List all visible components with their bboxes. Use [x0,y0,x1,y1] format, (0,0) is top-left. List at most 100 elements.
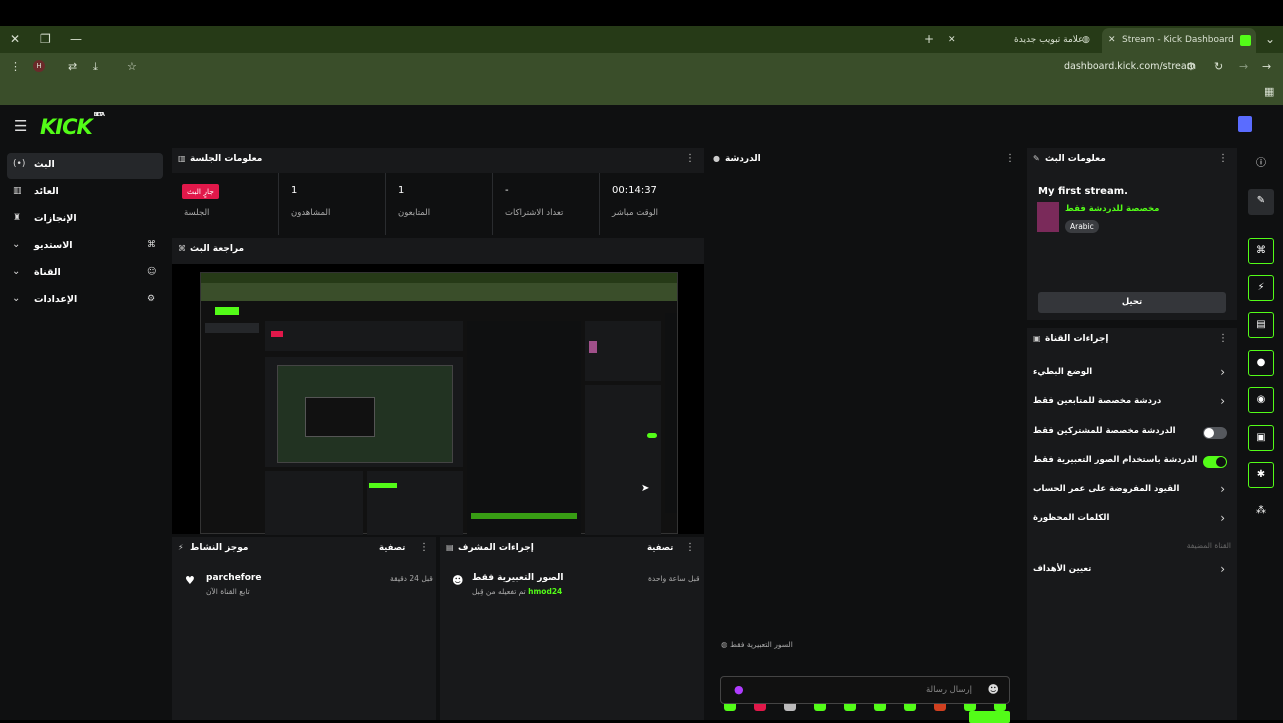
more-options-icon[interactable]: ⋮ [1218,153,1228,164]
edit-icon[interactable]: ✎ [1248,189,1274,215]
event-user: parchefore [206,573,262,583]
emote-picker-icon[interactable]: ● [734,683,744,696]
preview-video: ➤ [200,272,678,535]
connections-icon[interactable]: ⁂ [1248,499,1274,525]
filter-button[interactable]: تصفية [647,543,673,553]
mod-icon[interactable]: ▣ [1248,425,1274,451]
event-title: الصور التعبيرية فقط [472,573,564,583]
account-age-row[interactable]: القيود المفروضة على عمر الحساب › [1033,480,1231,502]
heart-icon: ♥ [185,574,195,587]
event-description: تم تفعيله من قِبل hmod24 [472,587,563,596]
restore-window-icon[interactable]: ❐ [40,31,51,47]
stream-title: My first stream. [1038,186,1128,197]
more-options-icon[interactable]: ⋮ [685,153,695,164]
stream-preview[interactable]: ➤ [172,264,704,535]
language-tag: Arabic [1065,220,1099,233]
reload-icon[interactable]: ↻ [1214,59,1223,75]
emoji-icon[interactable]: ☻ [988,683,999,696]
broadcast-icon[interactable]: ◉ [1248,387,1274,413]
broadcast-icon: (•) [13,159,26,169]
slow-mode-row[interactable]: الوضع البطيء › [1033,363,1231,385]
translate-icon[interactable]: ⇄ [68,59,77,75]
forward-icon[interactable]: → [1239,59,1248,75]
edit-button[interactable]: تحيل [1038,292,1226,313]
wrench-icon[interactable]: ✱ [1248,462,1274,488]
url-field[interactable]: dashboard.kick.com/stream [1064,60,1196,74]
close-window-icon[interactable]: ✕ [10,31,20,47]
download-icon[interactable]: ⤓ [93,59,98,75]
activity-feed-panel: ⚡ موجز النشاط تصفية ⋮ ♥ parchefore تابع … [172,537,436,720]
pin-icon: ✎ [1033,154,1040,163]
tab-label: Stream - Kick Dashboard [1122,35,1234,45]
event-description: تابع القناة الآن [206,587,250,596]
send-button[interactable] [969,711,1010,723]
close-tab-icon[interactable]: ✕ [948,28,956,53]
tab-new[interactable]: ✕ علامة تبويب جديدة ◍ [944,28,1102,53]
followers-only-row[interactable]: دردشة مخصصة للمتابعين فقط › [1033,392,1231,414]
more-options-icon[interactable]: ⋮ [685,542,695,553]
more-options-icon[interactable]: ⋮ [1218,333,1228,344]
live-badge: جارٍ البث [182,184,219,199]
globe-icon: ◍ [1082,35,1090,45]
more-options-icon[interactable]: ⋮ [1005,153,1015,164]
profile-icon[interactable]: H [33,60,45,72]
channel-actions-panel: ▣ إجراءات القناة ⋮ الوضع البطيء › دردشة … [1027,328,1237,720]
sidebar-item-achievements[interactable]: ♜ الإنجازات [7,207,163,233]
right-rail: ⓘ ✎ ⌘ ⚡ ▤ ● ◉ ▣ ✱ ⁂ [1241,148,1283,720]
back-icon[interactable]: → [1262,59,1271,75]
chat-panel: ● الدردشة ⋮ ◍ السور التعبيرية فقط [707,148,1023,720]
address-bar: ⋮ H ⇄ ⤓ ☆ dashboard.kick.com/stream ⚙ ↻ … [0,53,1283,81]
tab-kick-dashboard[interactable]: ✕ Stream - Kick Dashboard [1102,28,1256,53]
trophy-icon: ♜ [13,213,22,223]
hamburger-menu-icon[interactable]: ☰ [14,117,27,135]
chevron-right-icon: › [1220,365,1225,379]
bolt-icon[interactable]: ⚡ [1248,275,1274,301]
site-settings-icon[interactable]: ⚙ [1186,59,1196,75]
more-options-icon[interactable]: ⋮ [419,542,429,553]
close-tab-icon[interactable]: ✕ [1108,28,1116,53]
sidebar-item-channel[interactable]: ⌄ القناة ☺ [7,261,163,287]
chevron-right-icon: › [1220,511,1225,525]
document-icon[interactable]: ▤ [1248,312,1274,338]
menu-icon[interactable]: ⋮ [10,59,21,75]
sidebar-item-stream[interactable]: (•) البث [7,153,163,179]
filter-button[interactable]: تصفية [379,543,405,553]
chat-message-input[interactable]: ● إرسال رسالة ☻ [720,676,1010,704]
chevron-right-icon: › [1220,562,1225,576]
stat-viewers: 1 المشاهدون [278,173,385,235]
set-goals-row[interactable]: تعيين الأهداف › [1033,560,1231,582]
sidebar-item-settings[interactable]: ⌄ الإعدادات ⚙ [7,288,163,314]
stream-category[interactable]: مخصصة للدردشة فقط [1065,204,1159,214]
panel-title: إجراءات المشرف [458,543,534,553]
info-icon[interactable]: ⓘ [1248,152,1274,178]
emote-only-notice: ◍ السور التعبيرية فقط [721,640,793,649]
minimize-window-icon[interactable]: — [70,31,82,47]
chevron-right-icon: › [1220,394,1225,408]
kick-logo[interactable]: KICK BETA [40,112,105,139]
shield-icon: ▤ [446,543,454,552]
studio-icon[interactable]: ⌘ [1248,238,1274,264]
stat-live-time: 00:14:37 الوقت مباشر [599,173,704,235]
banned-words-row[interactable]: الكلمات المحظورة › [1033,509,1231,531]
stat-followers: 1 المتابعون [385,173,492,235]
chevron-down-icon: ⌄ [12,266,21,277]
emote-only-toggle[interactable] [1203,456,1227,468]
kick-favicon-icon [1240,35,1251,46]
event-user[interactable]: hmod24 [528,587,562,596]
subscribers-only-toggle[interactable] [1203,427,1227,439]
panel-title: معلومات البث [1045,154,1106,164]
tab-label: علامة تبويب جديدة [1014,35,1084,45]
chat-icon[interactable]: ● [1248,350,1274,376]
new-tab-icon[interactable]: + [924,31,934,47]
bookmark-star-icon[interactable]: ☆ [127,59,137,75]
cursor-icon: ➤ [641,483,650,494]
smile-icon: ☻ [452,574,464,587]
chart-icon: ▥ [178,154,186,163]
sidebar-item-revenue[interactable]: ▥ العائد [7,180,163,206]
tab-list-icon[interactable]: ⌄ [1265,31,1275,47]
session-info-panel: ▥ معلومات الجلسة ⋮ [172,148,704,173]
panel-title: الدردشة [725,154,761,164]
user-avatar[interactable] [1238,116,1252,132]
apps-grid-icon[interactable]: ▦ [1264,85,1274,98]
sidebar-item-studio[interactable]: ⌄ الاستديو ⌘ [7,234,163,260]
